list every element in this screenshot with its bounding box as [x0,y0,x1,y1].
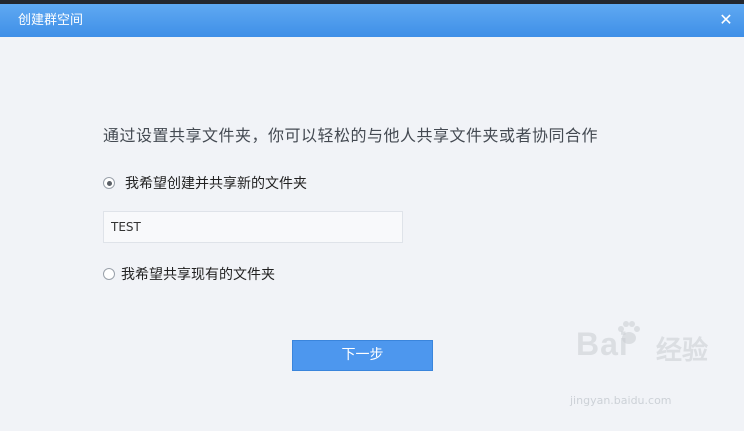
intro-text: 通过设置共享文件夹，你可以轻松的与他人共享文件夹或者协同合作 [103,126,599,145]
close-icon[interactable]: ✕ [716,10,736,30]
dialog-content: 通过设置共享文件夹，你可以轻松的与他人共享文件夹或者协同合作 我希望创建并共享新… [0,37,744,431]
option-create-new-folder[interactable]: 我希望创建并共享新的文件夹 [103,173,307,193]
option-existing-label: 我希望共享现有的文件夹 [121,267,275,283]
next-button[interactable]: 下一步 [292,340,433,371]
radio-selected-icon[interactable] [103,177,115,189]
radio-unselected-icon[interactable] [103,268,115,280]
title-bar: 创建群空间 ✕ [0,4,744,37]
option-share-existing-folder[interactable]: 我希望共享现有的文件夹 [103,264,275,284]
option-create-label: 我希望创建并共享新的文件夹 [125,176,307,192]
folder-name-input[interactable] [103,211,403,243]
window-title: 创建群空间 [18,13,84,28]
